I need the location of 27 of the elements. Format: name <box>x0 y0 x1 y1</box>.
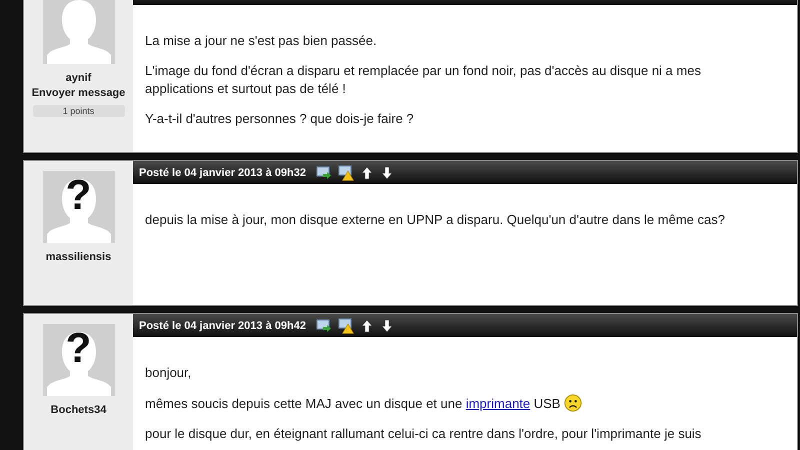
author-name: aynif <box>66 72 92 84</box>
post-paragraph: depuis la mise à jour, mon disque externe en UPNP a disparu. Quelqu'un d'autre dans le même cas? <box>145 211 726 229</box>
link[interactable]: imprimante <box>466 396 530 411</box>
avatar-icon: ? <box>42 171 114 243</box>
avatar-icon <box>42 0 114 64</box>
down-arrow-icon[interactable] <box>380 164 394 180</box>
warning-icon[interactable] <box>338 318 354 334</box>
post-date: Posté le 04 janvier 2013 à 09h32 <box>139 166 306 178</box>
sad-face-icon <box>564 394 582 412</box>
author-name: Bochets34 <box>50 404 106 416</box>
send-message-link[interactable]: Envoyer message <box>32 87 126 99</box>
post-date: Posté le 04 janvier 2013 à 09h42 <box>139 320 306 332</box>
up-arrow-icon[interactable] <box>360 164 374 180</box>
quote-icon[interactable] <box>316 318 332 334</box>
post-paragraph: pour le disque dur, en éteignant rallumant celui-ci ca rentre dans l'ordre, pour l'imprimante je suis <box>145 425 702 443</box>
post-paragraph: Y-a-t-il d'autres personnes ? que dois-je faire ? <box>145 110 415 128</box>
post-paragraph: La mise a jour ne s'est pas bien passée. <box>145 32 378 50</box>
author-name: massiliensis <box>46 251 112 263</box>
post-paragraph: L'image du fond d'écran a disparu et remplacée par un fond noir, pas d'accès au disque ni a mes applications et surtout pas de télé ! <box>145 62 702 98</box>
post-paragraph: mêmes soucis depuis cette MAJ avec un disque et une imprimante USB <box>145 394 765 413</box>
warning-icon[interactable] <box>338 164 354 180</box>
post-paragraph: bonjour, <box>145 364 192 382</box>
up-arrow-icon[interactable] <box>360 318 374 334</box>
quote-icon[interactable] <box>316 164 332 180</box>
down-arrow-icon[interactable] <box>380 318 394 334</box>
points-badge: 1 points <box>32 105 124 117</box>
avatar-icon: ? <box>42 324 114 396</box>
